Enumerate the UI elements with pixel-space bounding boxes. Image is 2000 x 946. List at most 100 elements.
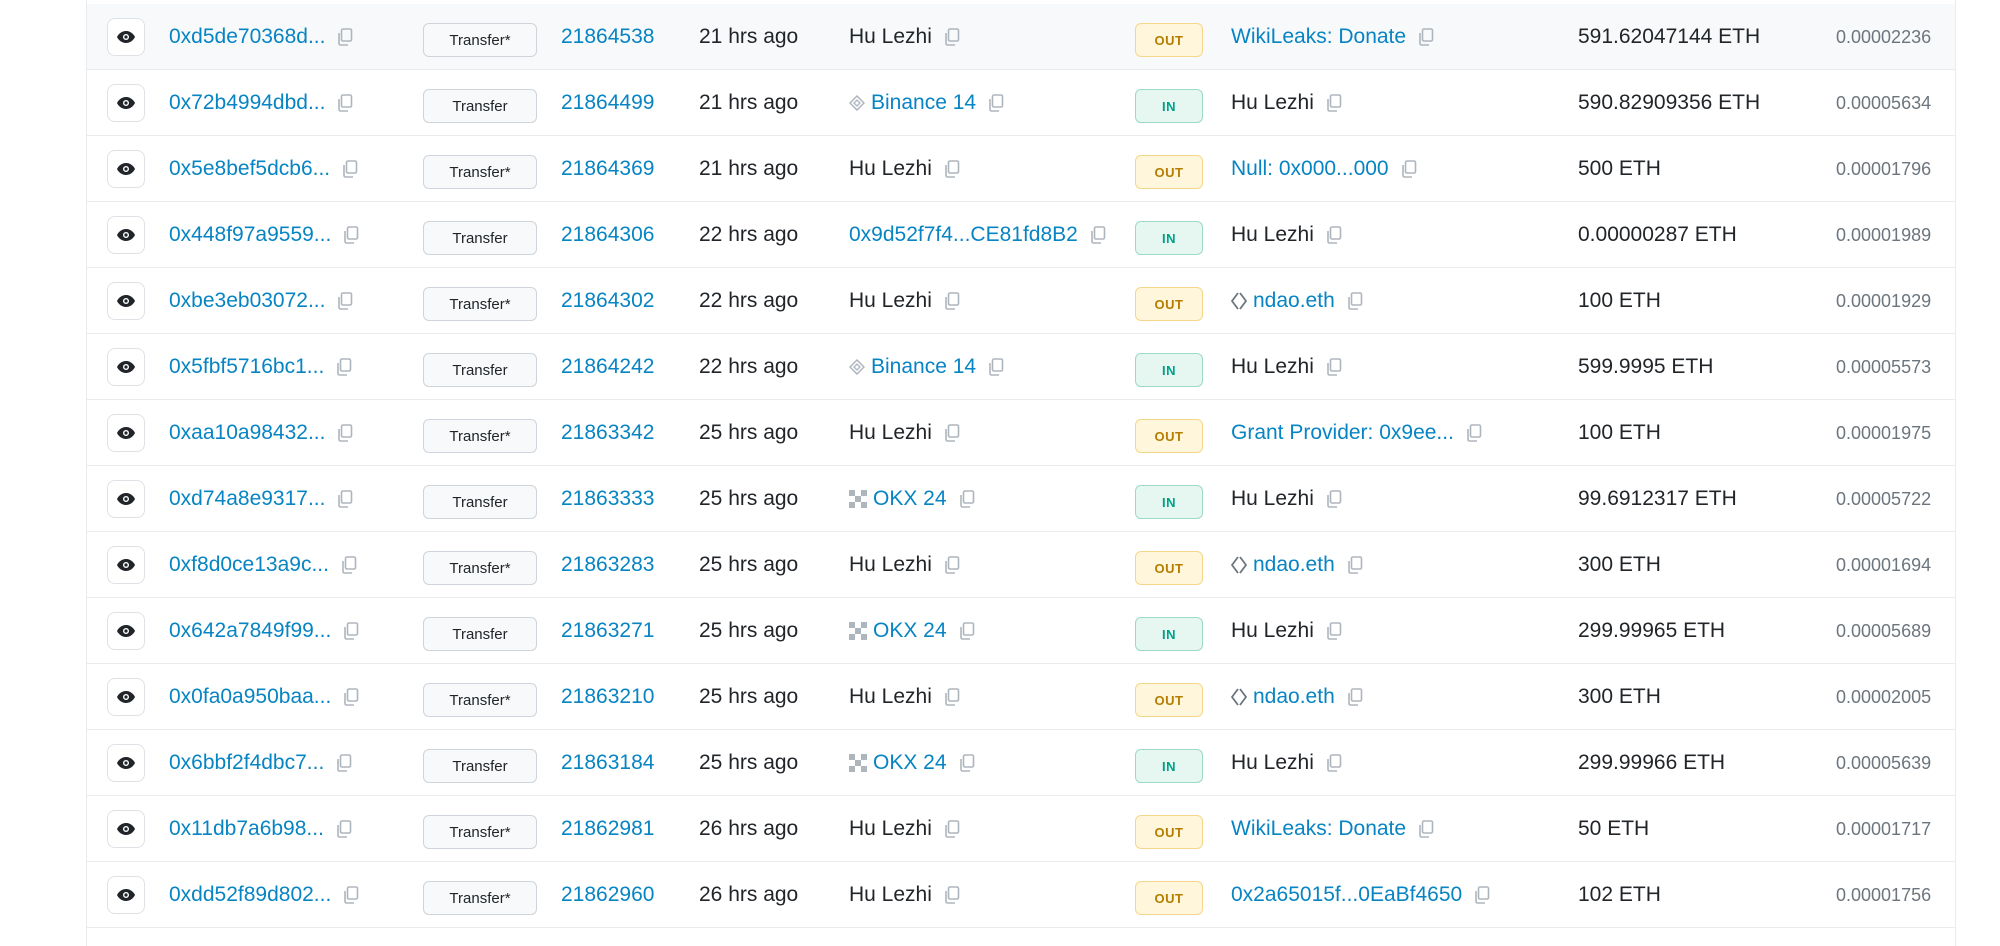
method-badge[interactable]: Transfer* — [423, 551, 537, 585]
block-number-link[interactable]: 21864302 — [561, 289, 654, 313]
method-badge[interactable]: Transfer* — [423, 287, 537, 321]
txn-hash-link[interactable]: 0x6bbf2f4dbc7... — [169, 751, 324, 775]
block-number-link[interactable]: 21863333 — [561, 487, 654, 511]
to-address[interactable]: Null: 0x000...000 — [1231, 157, 1389, 181]
method-badge[interactable]: Transfer — [423, 749, 537, 783]
block-number-link[interactable]: 21862960 — [561, 883, 654, 907]
view-details-button[interactable] — [107, 216, 145, 254]
copy-to-icon[interactable] — [1326, 490, 1342, 508]
copy-to-icon[interactable] — [1347, 292, 1363, 310]
to-address[interactable]: 0x2a65015f...0EaBf4650 — [1231, 883, 1462, 907]
to-address[interactable]: ndao.eth — [1253, 685, 1335, 709]
view-details-button[interactable] — [107, 414, 145, 452]
copy-hash-icon[interactable] — [337, 292, 353, 310]
copy-hash-icon[interactable] — [337, 28, 353, 46]
view-details-button[interactable] — [107, 744, 145, 782]
block-number-link[interactable]: 21863271 — [561, 619, 654, 643]
txn-hash-link[interactable]: 0x5fbf5716bc1... — [169, 355, 324, 379]
view-details-button[interactable] — [107, 348, 145, 386]
block-number-link[interactable]: 21863184 — [561, 751, 654, 775]
copy-to-icon[interactable] — [1347, 556, 1363, 574]
view-details-button[interactable] — [107, 678, 145, 716]
copy-hash-icon[interactable] — [342, 160, 358, 178]
to-address[interactable]: ndao.eth — [1253, 289, 1335, 313]
from-address[interactable]: 0x9d52f7f4...CE81fd8B2 — [849, 223, 1078, 247]
copy-from-icon[interactable] — [944, 28, 960, 46]
txn-hash-link[interactable]: 0x642a7849f99... — [169, 619, 331, 643]
copy-from-icon[interactable] — [944, 886, 960, 904]
method-badge[interactable]: Transfer — [423, 353, 537, 387]
from-address[interactable]: OKX 24 — [873, 751, 947, 775]
txn-hash-link[interactable]: 0x72b4994dbd... — [169, 91, 325, 115]
block-number-link[interactable]: 21863210 — [561, 685, 654, 709]
method-badge[interactable]: Transfer — [423, 485, 537, 519]
txn-hash-link[interactable]: 0xd74a8e9317... — [169, 487, 325, 511]
copy-to-icon[interactable] — [1466, 424, 1482, 442]
view-details-button[interactable] — [107, 84, 145, 122]
txn-hash-link[interactable]: 0x448f97a9559... — [169, 223, 331, 247]
txn-hash-link[interactable]: 0xd5de70368d... — [169, 25, 325, 49]
copy-hash-icon[interactable] — [343, 226, 359, 244]
copy-to-icon[interactable] — [1418, 28, 1434, 46]
copy-to-icon[interactable] — [1326, 94, 1342, 112]
view-details-button[interactable] — [107, 810, 145, 848]
txn-hash-link[interactable]: 0xdd52f89d802... — [169, 883, 331, 907]
method-badge[interactable]: Transfer* — [423, 881, 537, 915]
copy-from-icon[interactable] — [959, 754, 975, 772]
view-details-button[interactable] — [107, 612, 145, 650]
block-number-link[interactable]: 21862981 — [561, 817, 654, 841]
copy-hash-icon[interactable] — [336, 358, 352, 376]
view-details-button[interactable] — [107, 876, 145, 914]
txn-hash-link[interactable]: 0x0fa0a950baa... — [169, 685, 331, 709]
from-address[interactable]: Binance 14 — [871, 91, 976, 115]
method-badge[interactable]: Transfer* — [423, 683, 537, 717]
block-number-link[interactable]: 21863342 — [561, 421, 654, 445]
copy-to-icon[interactable] — [1326, 754, 1342, 772]
copy-to-icon[interactable] — [1474, 886, 1490, 904]
to-address[interactable]: WikiLeaks: Donate — [1231, 25, 1406, 49]
method-badge[interactable]: Transfer* — [423, 155, 537, 189]
copy-hash-icon[interactable] — [336, 754, 352, 772]
txn-hash-link[interactable]: 0xf8d0ce13a9c... — [169, 553, 329, 577]
copy-from-icon[interactable] — [959, 490, 975, 508]
copy-to-icon[interactable] — [1347, 688, 1363, 706]
copy-from-icon[interactable] — [1090, 226, 1106, 244]
block-number-link[interactable]: 21864242 — [561, 355, 654, 379]
copy-to-icon[interactable] — [1326, 358, 1342, 376]
from-address[interactable]: Binance 14 — [871, 355, 976, 379]
block-number-link[interactable]: 21864306 — [561, 223, 654, 247]
copy-from-icon[interactable] — [944, 820, 960, 838]
txn-hash-link[interactable]: 0x11db7a6b98... — [169, 817, 324, 841]
copy-hash-icon[interactable] — [337, 424, 353, 442]
view-details-button[interactable] — [107, 150, 145, 188]
view-details-button[interactable] — [107, 282, 145, 320]
block-number-link[interactable]: 21864499 — [561, 91, 654, 115]
to-address[interactable]: ndao.eth — [1253, 553, 1335, 577]
copy-to-icon[interactable] — [1326, 226, 1342, 244]
from-address[interactable]: OKX 24 — [873, 619, 947, 643]
method-badge[interactable]: Transfer* — [423, 815, 537, 849]
copy-from-icon[interactable] — [988, 358, 1004, 376]
view-details-button[interactable] — [107, 546, 145, 584]
method-badge[interactable]: Transfer* — [423, 419, 537, 453]
method-badge[interactable]: Transfer — [423, 221, 537, 255]
copy-from-icon[interactable] — [988, 94, 1004, 112]
block-number-link[interactable]: 21864538 — [561, 25, 654, 49]
copy-from-icon[interactable] — [944, 160, 960, 178]
to-address[interactable]: Grant Provider: 0x9ee... — [1231, 421, 1454, 445]
copy-to-icon[interactable] — [1401, 160, 1417, 178]
copy-from-icon[interactable] — [944, 688, 960, 706]
from-address[interactable]: OKX 24 — [873, 487, 947, 511]
copy-hash-icon[interactable] — [337, 490, 353, 508]
copy-hash-icon[interactable] — [341, 556, 357, 574]
copy-from-icon[interactable] — [944, 556, 960, 574]
copy-from-icon[interactable] — [944, 424, 960, 442]
copy-to-icon[interactable] — [1326, 622, 1342, 640]
copy-from-icon[interactable] — [944, 292, 960, 310]
view-details-button[interactable] — [107, 480, 145, 518]
copy-from-icon[interactable] — [959, 622, 975, 640]
copy-hash-icon[interactable] — [336, 820, 352, 838]
copy-hash-icon[interactable] — [337, 94, 353, 112]
copy-hash-icon[interactable] — [343, 622, 359, 640]
txn-hash-link[interactable]: 0xbe3eb03072... — [169, 289, 325, 313]
